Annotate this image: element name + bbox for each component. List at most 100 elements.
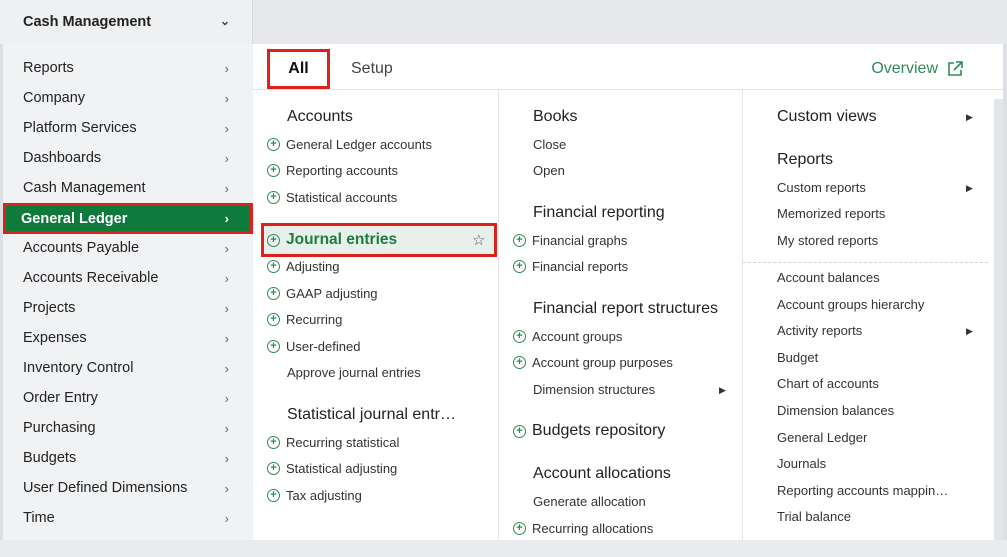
add-icon[interactable]: + [513, 522, 526, 535]
nav-item-user-defined-dimensions[interactable]: User Defined Dimensions › [3, 473, 253, 503]
menu-item[interactable]: + Recurring [267, 312, 342, 327]
menu-item[interactable]: Dimension balances [777, 403, 894, 418]
section-title-statistical: Statistical journal entr… [287, 406, 456, 423]
nav-item-general-ledger[interactable]: General Ledger › [3, 203, 253, 234]
add-icon[interactable]: + [267, 138, 280, 151]
menu-item[interactable]: Custom reports [777, 180, 866, 195]
menu-item-dimension-structures[interactable]: Dimension structures [533, 382, 655, 397]
nav-item-cash-management[interactable]: Cash Management › [3, 173, 253, 203]
menu-item[interactable]: Chart of accounts [777, 376, 879, 391]
nav-item-purchasing[interactable]: Purchasing › [3, 413, 253, 443]
menu-item[interactable]: Open [533, 163, 565, 178]
section-title-financial-reporting: Financial reporting [533, 204, 665, 221]
menu-item[interactable]: Reporting accounts mappin… [777, 483, 948, 498]
menu-column-2: Books Close Open Financial reporting + Fi… [498, 90, 743, 540]
nav-item-accounts-receivable[interactable]: Accounts Receivable › [3, 263, 253, 293]
chevron-right-icon: › [224, 330, 229, 346]
menu-item-label: Account group purposes [532, 355, 673, 370]
menu-item[interactable]: Trial balance [777, 509, 851, 524]
menu-item-label: User-defined [286, 339, 361, 354]
menu-item[interactable]: + Recurring allocations [513, 521, 653, 536]
add-icon[interactable]: + [267, 313, 280, 326]
menu-item[interactable]: + Statistical accounts [267, 190, 397, 205]
add-icon[interactable]: + [513, 234, 526, 247]
menu-item[interactable]: + User-defined [267, 339, 360, 354]
menu-item[interactable]: + Account group purposes [513, 355, 673, 370]
nav-item-projects[interactable]: Projects › [3, 293, 253, 323]
menu-column-3: Custom views ▶ Reports Custom reports ▶ … [742, 90, 992, 540]
chevron-right-icon: › [224, 60, 229, 76]
menu-item[interactable]: Activity reports [777, 323, 862, 338]
menu-item-custom-views[interactable]: Custom views [777, 108, 877, 126]
add-icon[interactable]: + [513, 260, 526, 273]
nav-item-label: Reports [23, 60, 74, 76]
add-icon[interactable]: + [513, 330, 526, 343]
menu-item-label: Tax adjusting [286, 488, 362, 503]
nav-item-expenses[interactable]: Expenses › [3, 323, 253, 353]
menu-item-label: Statistical accounts [286, 190, 398, 205]
menu-item[interactable]: General Ledger [777, 430, 867, 445]
menu-item[interactable]: + General Ledger accounts [267, 137, 432, 152]
add-icon[interactable]: + [267, 233, 280, 247]
menu-item[interactable]: + Tax adjusting [267, 488, 362, 503]
menu-item[interactable]: Account balances [777, 270, 880, 285]
add-icon[interactable]: + [267, 489, 280, 502]
menu-item[interactable]: Account groups hierarchy [777, 297, 924, 312]
add-icon[interactable]: + [267, 164, 280, 177]
module-selector[interactable]: Cash Management ⌄ [0, 0, 253, 44]
menu-item[interactable]: Budget [777, 350, 818, 365]
nav-item-label: Expenses [23, 330, 87, 346]
star-icon[interactable]: ☆ [472, 231, 485, 249]
nav-item-order-entry[interactable]: Order Entry › [3, 383, 253, 413]
menu-item[interactable]: Close [533, 137, 566, 152]
add-icon[interactable]: + [267, 287, 280, 300]
nav-item-budgets[interactable]: Budgets › [3, 443, 253, 473]
tab-setup[interactable]: Setup [351, 49, 393, 89]
menu-item[interactable]: + Reporting accounts [267, 163, 398, 178]
menu-item[interactable]: Journals [777, 456, 826, 471]
menu-item[interactable]: My stored reports [777, 233, 878, 248]
section-title-structures: Financial report structures [533, 300, 718, 317]
menu-item-label: Recurring [286, 312, 343, 327]
add-icon[interactable]: + [267, 260, 280, 273]
add-icon[interactable]: + [513, 356, 526, 369]
menu-item-journal-entries[interactable]: + Journal entries [267, 231, 397, 249]
nav-item-label: Cash Management [23, 180, 146, 196]
nav-item-reports[interactable]: Reports › [3, 53, 253, 83]
menu-item[interactable]: Generate allocation [533, 494, 646, 509]
submenu-arrow-icon: ▶ [966, 183, 973, 193]
menu-item[interactable]: + Financial reports [513, 259, 628, 274]
add-icon[interactable]: + [513, 424, 526, 438]
nav-item-accounts-payable[interactable]: Accounts Payable › [3, 233, 253, 263]
menu-item[interactable]: + Recurring statistical [267, 435, 399, 450]
nav-item-time[interactable]: Time › [3, 503, 253, 533]
tab-all[interactable]: All [267, 49, 330, 89]
menu-item-budgets-repository[interactable]: + Budgets repository [513, 422, 665, 440]
nav-item-dashboards[interactable]: Dashboards › [3, 143, 253, 173]
menu-item[interactable]: Approve journal entries [287, 365, 421, 380]
nav-item-label: Dashboards [23, 150, 102, 166]
overview-link[interactable]: Overview [871, 60, 964, 78]
menu-item[interactable]: + Adjusting [267, 259, 339, 274]
submenu-arrow-icon: ▶ [719, 385, 726, 395]
add-icon[interactable]: + [267, 191, 280, 204]
menu-item[interactable]: + Financial graphs [513, 233, 627, 248]
nav-item-platform-services[interactable]: Platform Services › [3, 113, 253, 143]
menu-item[interactable]: + Account groups [513, 329, 622, 344]
menu-item[interactable]: Memorized reports [777, 206, 885, 221]
add-icon[interactable]: + [267, 340, 280, 353]
chevron-down-icon: ⌄ [219, 14, 230, 28]
menu-item[interactable]: + GAAP adjusting [267, 286, 378, 301]
add-icon[interactable]: + [267, 436, 280, 449]
chevron-right-icon: › [224, 360, 229, 376]
scrollbar[interactable] [994, 99, 1003, 540]
nav-item-company[interactable]: Company › [3, 83, 253, 113]
nav-item-label: General Ledger [21, 210, 128, 227]
nav-item-inventory-control[interactable]: Inventory Control › [3, 353, 253, 383]
nav-item-label: Platform Services [23, 120, 137, 136]
add-icon[interactable]: + [267, 462, 280, 475]
menu-item-label: Statistical adjusting [286, 461, 398, 476]
menu-item-label: Account groups [532, 329, 623, 344]
menu-item[interactable]: + Statistical adjusting [267, 461, 397, 476]
chevron-right-icon: › [224, 90, 229, 106]
